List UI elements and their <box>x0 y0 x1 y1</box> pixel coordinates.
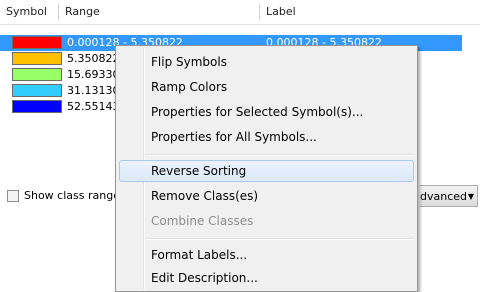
advanced-button-label: dvanced <box>420 190 468 203</box>
column-symbol[interactable]: Symbol <box>0 0 58 24</box>
column-label[interactable]: Label <box>260 0 470 24</box>
menu-item-combine-classes[interactable]: Combine Classes <box>119 210 414 232</box>
advanced-button[interactable]: dvanced ▼ <box>420 185 478 207</box>
symbol-swatch[interactable] <box>12 68 62 81</box>
menu-item-reverse-sorting[interactable]: Reverse Sorting <box>119 160 414 182</box>
menu-separator <box>146 238 414 240</box>
range-cell[interactable]: 31.13130 <box>67 83 115 99</box>
symbol-swatch[interactable] <box>12 100 62 113</box>
header-divider <box>0 24 480 25</box>
menu-item-flip-symbols[interactable]: Flip Symbols <box>119 51 414 73</box>
range-cell[interactable]: 15.69330 <box>67 67 115 83</box>
show-class-ranges-label[interactable]: Show class range <box>24 188 120 204</box>
menu-item-properties-all[interactable]: Properties for All Symbols... <box>119 126 414 148</box>
menu-item-format-labels[interactable]: Format Labels... <box>119 244 414 266</box>
menu-item-ramp-colors[interactable]: Ramp Colors <box>119 76 414 98</box>
range-cell[interactable]: 5.350822 <box>67 51 115 67</box>
column-header: Symbol Range Label <box>0 0 480 24</box>
menu-item-remove-classes[interactable]: Remove Class(es) <box>119 185 414 207</box>
symbol-swatch[interactable] <box>12 36 62 49</box>
menu-item-properties-selected[interactable]: Properties for Selected Symbol(s)... <box>119 101 414 123</box>
symbol-swatch[interactable] <box>12 52 62 65</box>
menu-item-edit-description[interactable]: Edit Description... <box>119 267 414 289</box>
context-menu: Flip Symbols Ramp Colors Properties for … <box>115 45 418 292</box>
symbol-swatch[interactable] <box>12 84 62 97</box>
chevron-down-icon: ▼ <box>467 192 474 201</box>
range-cell[interactable]: 52.55143 <box>67 99 115 115</box>
menu-separator <box>146 154 414 156</box>
show-class-ranges-checkbox[interactable] <box>7 190 19 202</box>
column-range[interactable]: Range <box>59 0 259 24</box>
